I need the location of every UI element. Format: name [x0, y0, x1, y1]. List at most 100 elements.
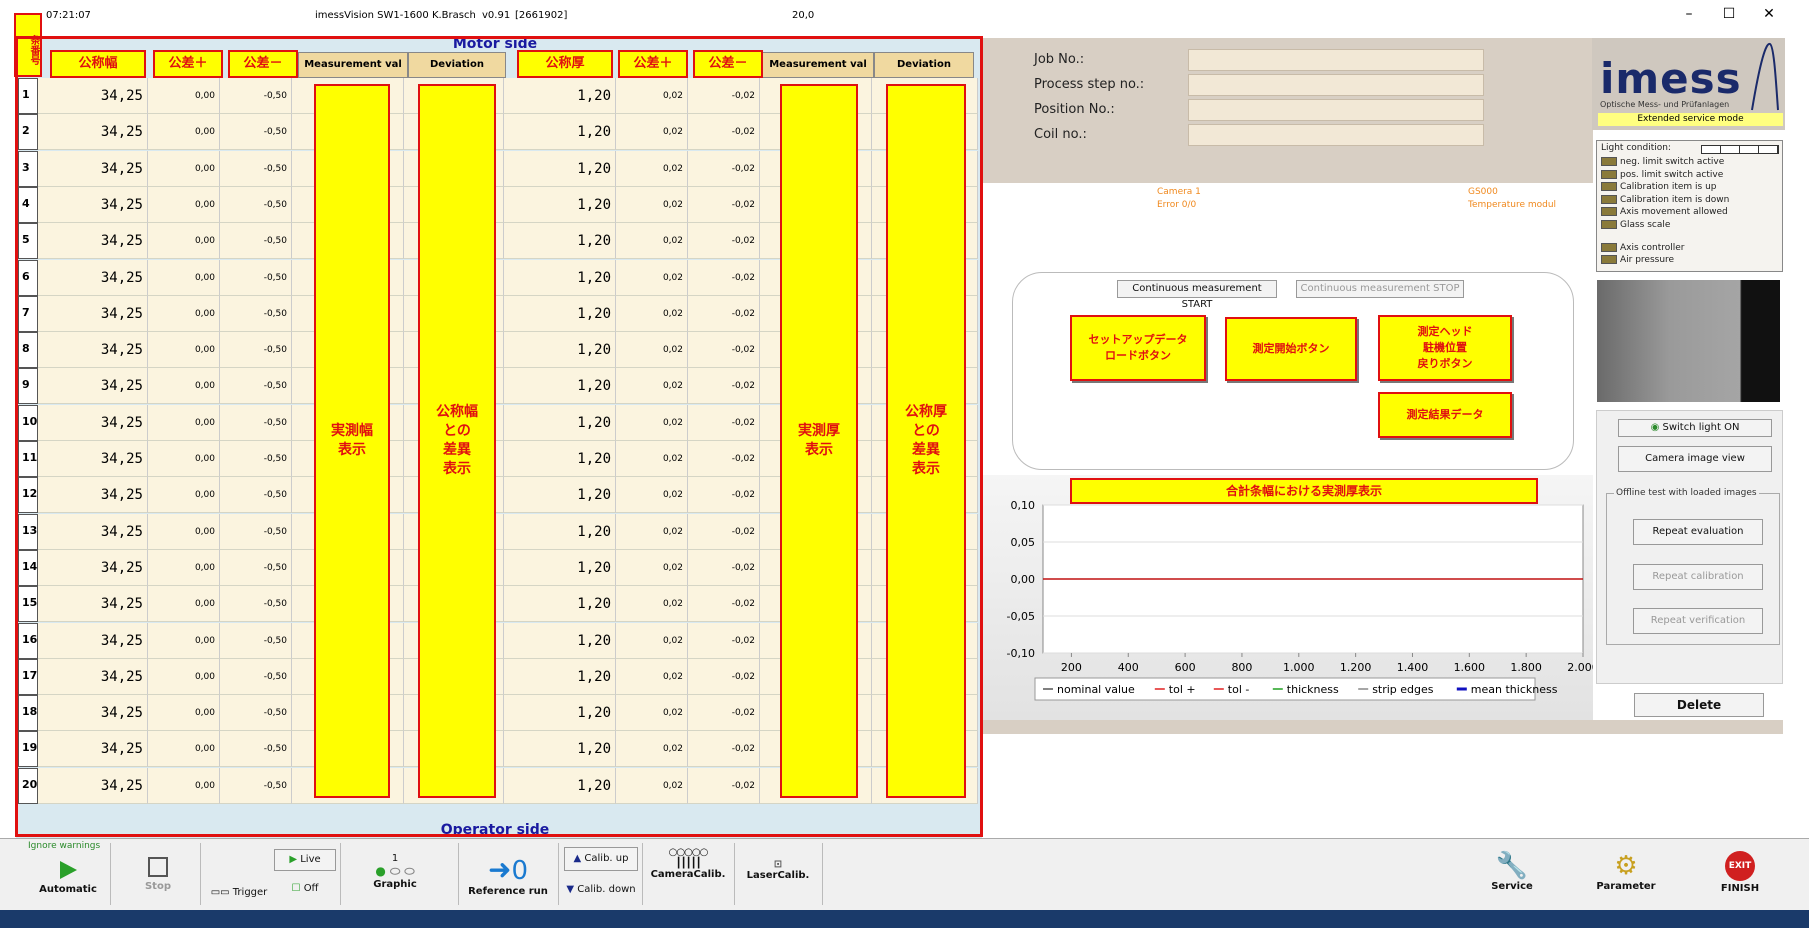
y-tick-label: -0,05: [1007, 610, 1035, 623]
app-version: v0.91: [482, 10, 511, 21]
status-indicator: [1601, 255, 1617, 264]
result-data-button[interactable]: 測定結果データ: [1378, 392, 1512, 438]
status-item-label: neg. limit switch active: [1620, 157, 1725, 167]
maximize-button[interactable]: ☐: [1714, 4, 1744, 24]
status-item-label: Glass scale: [1620, 219, 1671, 230]
camera-view-button[interactable]: Camera image view: [1618, 446, 1772, 472]
graphic-button[interactable]: 1 ● ⬭ ⬭ Graphic: [350, 843, 440, 907]
repeat-evaluation-button[interactable]: Repeat evaluation: [1633, 519, 1763, 545]
taskbar: [0, 910, 1809, 928]
service-mode-badge: Extended service mode: [1598, 113, 1783, 126]
arrow-up-icon: ▲: [573, 853, 582, 864]
trigger-label: Trigger: [232, 887, 268, 898]
status-item: Axis controller: [1601, 243, 1684, 253]
x-tick-label: 1.200: [1340, 661, 1372, 674]
x-tick-label: 800: [1231, 661, 1252, 674]
continuous-start-button[interactable]: Continuous measurement START: [1117, 280, 1277, 310]
temperature-status: Temperature modul: [1468, 200, 1557, 210]
coil-no-field[interactable]: [1188, 124, 1484, 146]
setup-load-button[interactable]: セットアップデータ ロードボタン: [1070, 315, 1206, 381]
live-button[interactable]: ▶ Live: [274, 849, 336, 871]
status-indicator: [1601, 194, 1617, 204]
legend-item: tol -: [1228, 683, 1250, 696]
finish-label: FINISH: [1720, 883, 1760, 894]
live-label: Live: [300, 854, 321, 865]
wrench-icon: 🔧: [1495, 851, 1529, 881]
camera-calib-button[interactable]: ○○○○○ ┃┃┃┃┃ CameraCalib.: [646, 843, 730, 907]
status-item-label: Axis controller: [1620, 243, 1685, 253]
arrow-right-icon: ➜: [487, 853, 512, 886]
status-item: Air pressure: [1601, 255, 1674, 265]
trigger-button[interactable]: ▭▭ Trigger: [204, 843, 274, 907]
title-value: 20,0: [792, 10, 815, 21]
job-no-field[interactable]: [1188, 49, 1484, 71]
status-indicator: [1601, 169, 1617, 179]
x-tick-label: 1.600: [1454, 661, 1486, 674]
stop-button[interactable]: Stop: [118, 843, 198, 907]
x-tick-label: 200: [1061, 661, 1082, 674]
parameter-button[interactable]: ⚙ Parameter: [1586, 843, 1666, 907]
status-item: neg. limit switch active: [1601, 157, 1724, 167]
continuous-stop-button[interactable]: Continuous measurement STOP: [1296, 280, 1464, 298]
status-item-label: pos. limit switch active: [1620, 169, 1724, 180]
calib-down-label: Calib. down: [577, 884, 636, 895]
clock: 07:21:07: [46, 10, 91, 21]
status-item: Calibration item is up: [1601, 182, 1717, 192]
status-item: Axis movement allowed: [1601, 207, 1728, 217]
reference-run-button[interactable]: ➜0 Reference run: [462, 843, 554, 907]
status-item-label: Calibration item is up: [1620, 182, 1717, 192]
minimize-button[interactable]: –: [1674, 4, 1704, 24]
title-bar: 07:21:07 imessVision SW1-1600 K.Brasch v…: [0, 0, 1809, 30]
process-step-field[interactable]: [1188, 74, 1484, 96]
graphic-label: Graphic: [373, 879, 417, 890]
service-button[interactable]: 🔧 Service: [1472, 843, 1552, 907]
stop-label: Stop: [144, 881, 171, 892]
head-return-button[interactable]: 測定ヘッド 駐機位置 戻りボタン: [1378, 315, 1512, 381]
status-item: Glass scale: [1601, 219, 1671, 230]
process-step-label: Process step no.:: [1034, 77, 1145, 92]
off-button[interactable]: ☐ Off: [274, 879, 336, 901]
status-panel: Light condition: neg. limit switch activ…: [1596, 140, 1783, 272]
arrow-down-icon: ▼: [566, 884, 575, 895]
exit-icon: EXIT: [1725, 851, 1755, 881]
y-tick-label: 0,05: [1011, 536, 1036, 549]
offline-test-label: Offline test with loaded images: [1614, 488, 1759, 498]
stop-icon: [148, 857, 168, 877]
parameter-label: Parameter: [1596, 881, 1656, 892]
repeat-verification-button[interactable]: Repeat verification: [1633, 608, 1763, 634]
camera-calib-label: CameraCalib.: [650, 869, 726, 880]
close-button[interactable]: ✕: [1754, 4, 1784, 24]
graphic-dots-icon: ● ⬭ ⬭: [375, 864, 415, 878]
coil-no-label: Coil no.:: [1034, 127, 1087, 142]
app-build: [2661902]: [515, 10, 568, 21]
status-item: pos. limit switch active: [1601, 169, 1724, 180]
status-item-label: Air pressure: [1620, 255, 1675, 265]
light-condition-bar: [1701, 145, 1779, 154]
switch-light-button[interactable]: ◉ Switch light ON: [1618, 419, 1772, 437]
thickness-chart: 0,10 0,05 0,00 -0,05 -0,10 200 400 600 800 1.000 1…: [1007, 500, 1593, 701]
x-tick-label: 1.800: [1510, 661, 1542, 674]
measure-start-button[interactable]: 測定開始ボタン: [1225, 317, 1357, 381]
light-bulb-icon: ◉: [1650, 422, 1660, 433]
legend-item: thickness: [1287, 683, 1339, 696]
logo-curve-icon: [1751, 43, 1779, 111]
reference-run-label: Reference run: [468, 886, 548, 897]
status-strip: [983, 720, 1783, 734]
status-indicator: [1601, 243, 1617, 252]
delete-notifications-button[interactable]: Delete notifications: [1634, 693, 1764, 734]
status-indicator: [1601, 207, 1617, 216]
parameter-icon: ⚙: [1614, 851, 1638, 881]
repeat-calibration-button[interactable]: Repeat calibration: [1633, 564, 1763, 590]
logo-subtitle: Optische Mess- und Prüfanlagen: [1600, 100, 1730, 109]
calib-up-button[interactable]: ▲ Calib. up: [564, 847, 638, 871]
finish-button[interactable]: EXIT FINISH: [1700, 843, 1780, 907]
automatic-button[interactable]: Automatic: [28, 843, 108, 907]
off-icon: ☐: [291, 883, 301, 894]
app-title: imessVision SW1-1600 K.Brasch: [315, 10, 476, 21]
calib-down-button[interactable]: ▼ Calib. down: [564, 879, 638, 903]
legend-item: mean thickness: [1471, 683, 1558, 696]
laser-calib-button[interactable]: ⊡ LaserCalib.: [738, 843, 818, 907]
position-no-field[interactable]: [1188, 99, 1484, 121]
status-indicator: [1601, 219, 1617, 229]
camera-calib-icon: ○○○○○ ┃┃┃┃┃: [668, 847, 709, 869]
